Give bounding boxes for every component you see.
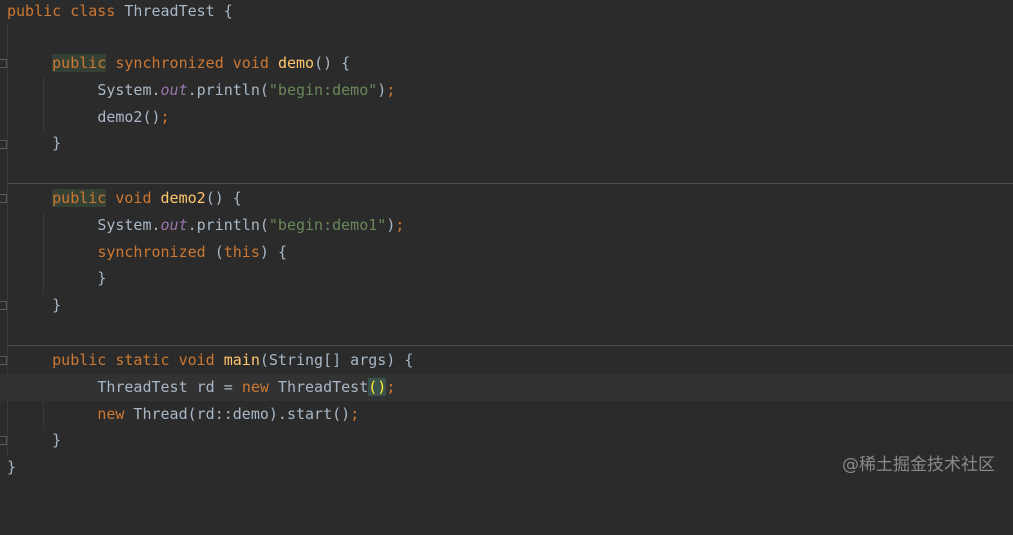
code-line: } <box>0 292 1013 319</box>
keyword: void <box>232 54 269 72</box>
keyword: new <box>241 378 269 396</box>
semicolon: ; <box>386 81 396 99</box>
keyword: static <box>115 351 170 369</box>
brace: { <box>277 243 287 261</box>
brace: } <box>7 458 17 476</box>
current-line: ThreadTest rd = new ThreadTest(); <box>0 374 1013 401</box>
brace: } <box>52 431 62 449</box>
keyword: public <box>52 351 107 369</box>
identifier: Thread(rd::demo).start() <box>124 405 351 423</box>
class-name: ThreadTest <box>124 2 215 20</box>
brace: { <box>404 351 414 369</box>
brace: { <box>232 189 242 207</box>
keyword: synchronized <box>97 243 206 261</box>
method-name: demo <box>277 54 315 72</box>
code-line: } <box>0 130 1013 157</box>
method-separator <box>7 183 1013 184</box>
string-literal: "begin:demo1" <box>268 216 387 234</box>
method-separator <box>7 345 1013 346</box>
brace: } <box>52 134 62 152</box>
code-line: synchronized (this) { <box>0 239 1013 266</box>
params: () <box>314 54 333 72</box>
semicolon: ; <box>350 405 360 423</box>
code-editor[interactable]: public class ThreadTest { public synchro… <box>0 0 1013 490</box>
params: (String[] args) <box>259 351 396 369</box>
brace: } <box>52 296 62 314</box>
paren: ) <box>386 216 396 234</box>
paren: ) <box>259 243 269 261</box>
code-line: public static void main(String[] args) { <box>0 347 1013 374</box>
keyword: public <box>52 54 107 72</box>
string-literal: "begin:demo" <box>268 81 378 99</box>
identifier: System. <box>97 216 161 234</box>
paren: ) <box>377 81 387 99</box>
watermark: @稀土掘金技术社区 <box>842 455 995 475</box>
semicolon: ; <box>395 216 405 234</box>
params: () <box>205 189 224 207</box>
keyword: synchronized <box>115 54 224 72</box>
method-name: main <box>223 351 260 369</box>
identifier: System. <box>97 81 161 99</box>
keyword: this <box>223 243 260 261</box>
code-line: demo2(); <box>0 104 1013 131</box>
code-line: System.out.println("begin:demo1"); <box>0 212 1013 239</box>
code-line: } <box>0 265 1013 292</box>
code-line: public synchronized void demo() { <box>0 50 1013 77</box>
keyword: void <box>115 189 152 207</box>
method-name: demo2 <box>160 189 206 207</box>
code-line: new Thread(rd::demo).start(); <box>0 401 1013 428</box>
keyword: public <box>7 2 62 20</box>
code-line: public class ThreadTest { <box>0 0 1013 25</box>
keyword: new <box>97 405 125 423</box>
static-field: out <box>160 81 188 99</box>
keyword: void <box>178 351 215 369</box>
code-line: System.out.println("begin:demo"); <box>0 77 1013 104</box>
brace: { <box>223 2 233 20</box>
paren: ( <box>214 243 224 261</box>
keyword: class <box>70 2 116 20</box>
code-line: public void demo2() { <box>0 185 1013 212</box>
identifier: .println( <box>187 81 269 99</box>
identifier: ThreadTest <box>268 378 369 396</box>
matched-paren: () <box>368 378 387 396</box>
static-field: out <box>160 216 188 234</box>
identifier: ThreadTest rd = <box>97 378 242 396</box>
semicolon: ; <box>386 378 396 396</box>
identifier: demo2() <box>97 108 161 126</box>
brace: } <box>97 269 107 287</box>
identifier: .println( <box>187 216 269 234</box>
brace: { <box>341 54 351 72</box>
semicolon: ; <box>160 108 170 126</box>
keyword: public <box>52 189 107 207</box>
